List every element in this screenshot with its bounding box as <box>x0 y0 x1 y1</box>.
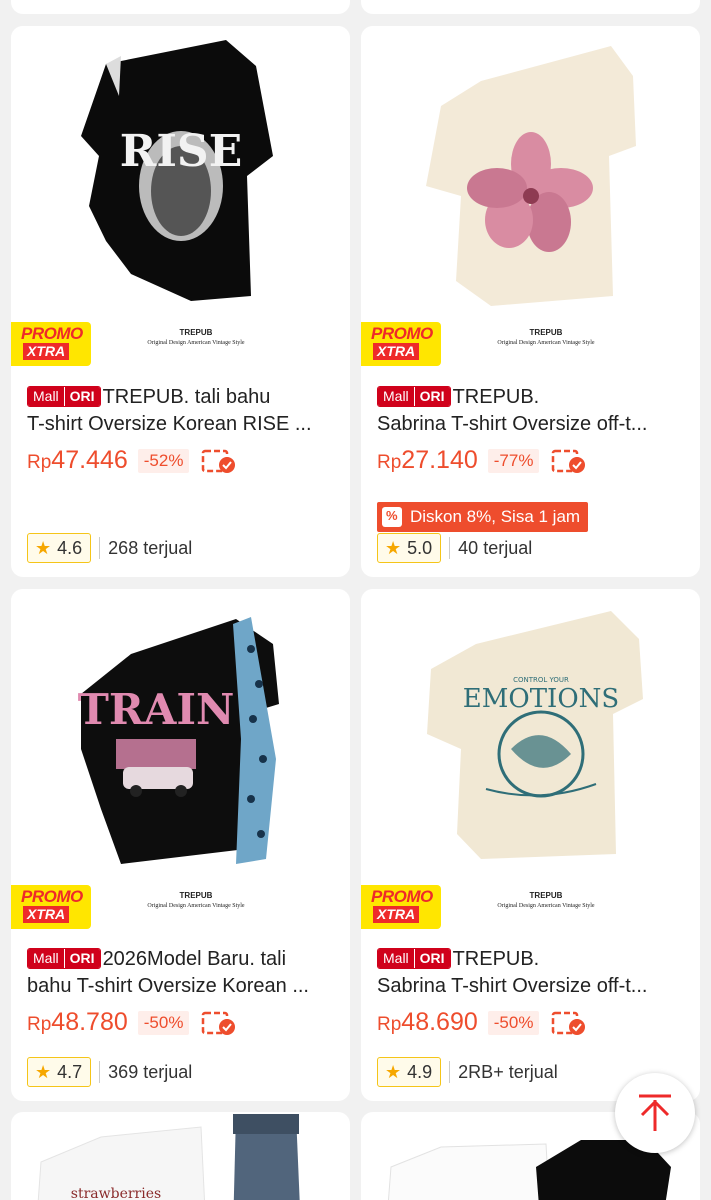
product-card-partial-bottom[interactable]: strawberries <box>11 1112 350 1200</box>
free-shipping-voucher-icon <box>552 1011 586 1035</box>
sold-count: 40 terjual <box>458 537 533 558</box>
back-to-top-button[interactable] <box>615 1073 695 1153</box>
svg-text:CONTROL YOUR: CONTROL YOUR <box>513 676 569 684</box>
product-card[interactable]: PROMO XTRA TREPUB Original Design Americ… <box>361 26 700 577</box>
price: Rp48.780 <box>27 1008 128 1036</box>
product-card-partial-top[interactable] <box>11 0 350 14</box>
product-grid: RISE PROMO XTRA TREPUB Original Design A… <box>0 0 711 1200</box>
rating-row: ★ 4.9 2RB+ terjual <box>377 1057 558 1087</box>
product-image: CONTROL YOUR EMOTIONS <box>361 589 700 909</box>
sold-count: 2RB+ terjual <box>458 1061 558 1082</box>
product-image: RISE <box>11 26 350 346</box>
promo-xtra-label: PROMO XTRA <box>11 322 91 366</box>
product-card[interactable]: CONTROL YOUR EMOTIONS PROMO XTRA TREPUB … <box>361 589 700 1101</box>
price: Rp27.140 <box>377 446 478 474</box>
flash-discount-label: Diskon 8%, Sisa 1 jam <box>377 502 589 532</box>
discount-badge: -50% <box>137 1010 190 1035</box>
tshirt-image: RISE <box>81 40 273 301</box>
rating-badge: ★ 4.7 <box>27 1057 92 1087</box>
rating-badge: ★ 4.6 <box>27 533 92 563</box>
brand-caption: TREPUB Original Design American Vintage … <box>147 328 245 346</box>
arrow-up-to-top-icon <box>639 1094 671 1131</box>
mall-ori-badge: Mall ORI <box>27 386 101 407</box>
rating-badge: ★ 5.0 <box>377 533 442 563</box>
discount-badge: -52% <box>137 448 190 473</box>
price: Rp48.690 <box>377 1008 478 1036</box>
product-title: Mall ORI TREPUB. tali bahu T-shirt Oversiz… <box>27 386 312 435</box>
star-icon: ★ <box>385 537 402 558</box>
rating-row: ★ 4.6 268 terjual <box>27 533 192 563</box>
product-image: TRAIN <box>11 589 350 909</box>
rating-row: ★ 4.7 369 terjual <box>27 1057 192 1087</box>
free-shipping-voucher-icon <box>552 449 586 473</box>
free-shipping-voucher-icon <box>202 449 236 473</box>
discount-badge: -77% <box>487 448 540 473</box>
sold-count: 369 terjual <box>108 1061 193 1082</box>
price-row: Rp47.446 -52% <box>27 446 237 475</box>
brand-caption: TREPUB Original Design American Vintage … <box>497 891 595 909</box>
product-card[interactable]: TRAIN PROMO XTRA TREPUB Original Design … <box>11 589 350 1101</box>
price-row: Rp27.140 -77% <box>377 446 587 475</box>
free-shipping-voucher-icon <box>202 1011 236 1035</box>
tshirt-image: TRAIN <box>78 617 279 864</box>
tshirt-image: CONTROL YOUR EMOTIONS <box>427 611 643 859</box>
rating-row: ★ 5.0 40 terjual <box>377 533 532 563</box>
star-icon: ★ <box>35 537 52 558</box>
star-icon: ★ <box>385 1061 402 1082</box>
brand-caption: TREPUB Original Design American Vintage … <box>497 328 595 346</box>
svg-text:EMOTIONS: EMOTIONS <box>463 684 619 714</box>
mall-ori-badge: Mall ORI <box>27 948 101 969</box>
rating-badge: ★ 4.9 <box>377 1057 442 1087</box>
star-icon: ★ <box>35 1061 52 1082</box>
mall-ori-badge: Mall ORI <box>377 386 451 407</box>
discount-badge: -50% <box>487 1010 540 1035</box>
promo-xtra-label: PROMO XTRA <box>361 885 441 929</box>
promo-xtra-label: PROMO XTRA <box>11 885 91 929</box>
product-title: Mall ORI 2026Model Baru. tali bahu T-shirt… <box>27 948 309 997</box>
tshirt-image <box>426 46 636 306</box>
brand-caption: TREPUB Original Design American Vintage … <box>147 891 245 909</box>
sold-count: 268 terjual <box>108 537 193 558</box>
price-row: Rp48.690 -50% <box>377 1008 587 1037</box>
product-card[interactable]: RISE PROMO XTRA TREPUB Original Design A… <box>11 26 350 577</box>
discount-tag-icon <box>382 507 402 527</box>
price-row: Rp48.780 -50% <box>27 1008 237 1037</box>
promo-xtra-label: PROMO XTRA <box>361 322 441 366</box>
product-image <box>361 26 700 346</box>
product-card-partial-top[interactable] <box>361 0 700 14</box>
svg-text:strawberries: strawberries <box>71 1186 161 1200</box>
svg-text:TRAIN: TRAIN <box>78 685 235 734</box>
mall-ori-badge: Mall ORI <box>377 948 451 969</box>
svg-text:RISE: RISE <box>120 126 242 177</box>
price: Rp47.446 <box>27 446 128 474</box>
product-title: Mall ORI TREPUB. Sabrina T-shirt Oversize … <box>377 386 648 435</box>
product-title: Mall ORI TREPUB. Sabrina T-shirt Oversize … <box>377 948 648 997</box>
product-image: strawberries <box>37 1114 300 1200</box>
